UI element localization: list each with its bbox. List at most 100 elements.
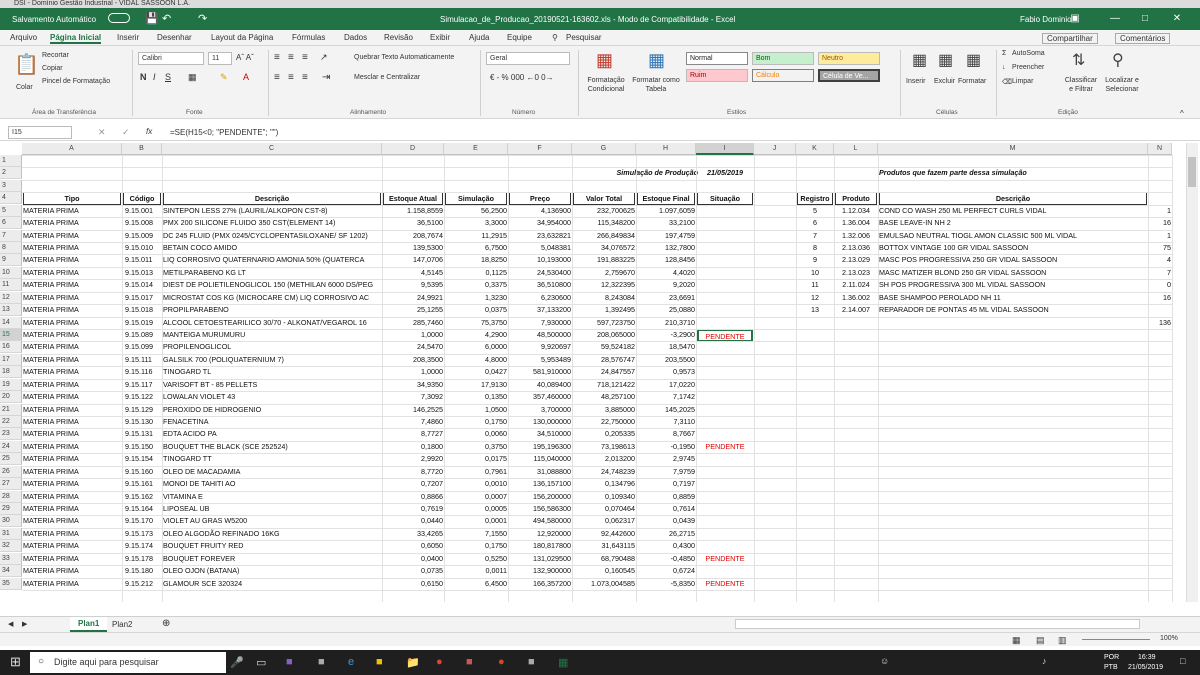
row-header[interactable]: 20 [0,391,22,404]
cell[interactable]: 9.15.170 [123,515,161,528]
powerpoint-icon[interactable]: ● [498,656,505,668]
autosum-icon[interactable]: Σ [1002,50,1006,57]
row-header[interactable]: 23 [0,428,22,441]
column-header[interactable]: L [834,143,878,155]
cell[interactable]: 0,7207 [383,478,443,491]
add-sheet-icon[interactable]: ⊕ [162,618,170,629]
cell[interactable]: 9.15.117 [123,379,161,392]
product-description-cell[interactable]: BOTTOX VINTAGE 100 GR VIDAL SASSOON [879,242,1147,255]
zoom-slider[interactable] [1082,639,1150,640]
cell[interactable]: BOUQUET THE BLACK (SCE 252524) [163,441,381,454]
cell[interactable]: VARISOFT BT - 85 PELLETS [163,379,381,392]
cell[interactable]: 10,193000 [509,254,571,267]
product-code-cell[interactable]: 1.36.002 [835,292,877,305]
cell[interactable]: 0,7619 [383,503,443,516]
product-register-cell[interactable]: 8 [797,242,833,255]
cell[interactable]: 9.15.129 [123,404,161,417]
product-qty-cell[interactable]: 1 [1149,205,1171,218]
row-header[interactable]: 12 [0,291,22,304]
cell[interactable]: 17,9130 [445,379,507,392]
cell[interactable]: MATERIA PRIMA [23,491,121,504]
cell[interactable]: 7,930000 [509,317,571,330]
product-qty-cell[interactable]: 7 [1149,267,1171,280]
cell[interactable]: FENACETINA [163,416,381,429]
product-qty-cell[interactable]: 1 [1149,230,1171,243]
cell[interactable]: 6,0000 [445,341,507,354]
product-qty-cell[interactable] [1149,304,1171,317]
cell[interactable]: OLEO ALGODÃO REFINADO 16KG [163,528,381,541]
orientation-icon[interactable]: ↗ [320,52,328,63]
cell[interactable]: 4,5145 [383,267,443,280]
cell[interactable]: 0,3375 [445,279,507,292]
cell[interactable]: 9.15.009 [123,230,161,243]
fill-color-icon[interactable]: ✎ [220,72,228,83]
cell[interactable]: 494,580000 [509,515,571,528]
search-icon[interactable]: ⚲ [552,33,558,42]
cell[interactable]: MATERIA PRIMA [23,565,121,578]
header-cell[interactable]: Descrição [163,192,381,205]
row-header[interactable]: 22 [0,416,22,429]
cell[interactable]: 0,0010 [445,478,507,491]
cell[interactable]: 4,2900 [445,329,507,342]
cell[interactable]: 28,576747 [573,354,635,367]
cell[interactable]: 1,3230 [445,292,507,305]
product-register-cell[interactable]: 12 [797,292,833,305]
cell[interactable]: MATERIA PRIMA [23,230,121,243]
cell[interactable]: 357,460000 [509,391,571,404]
cell[interactable]: 23,6691 [637,292,695,305]
chrome-icon[interactable]: ● [436,656,443,668]
cell[interactable]: 9.15.116 [123,366,161,379]
row-header[interactable]: 21 [0,403,22,416]
row-header[interactable]: 33 [0,552,22,565]
cell[interactable]: BOUQUET FOREVER [163,553,381,566]
cell[interactable]: 0,7197 [637,478,695,491]
products-title-cell[interactable]: Produtos que fazem parte dessa simulação [879,167,1139,180]
cell[interactable]: MATERIA PRIMA [23,267,121,280]
cell[interactable]: 139,5300 [383,242,443,255]
status-cell[interactable]: PENDENTE [697,441,753,454]
cell[interactable]: 0,1800 [383,441,443,454]
row-header[interactable]: 31 [0,527,22,540]
cell[interactable]: 68,790488 [573,553,635,566]
cell[interactable]: 9.15.111 [123,354,161,367]
cell[interactable]: 0,0175 [445,453,507,466]
cell[interactable]: BETAIN COCO AMIDO [163,242,381,255]
cell[interactable]: 9.15.212 [123,578,161,591]
cell[interactable]: MATERIA PRIMA [23,503,121,516]
status-cell[interactable] [697,317,753,330]
status-cell[interactable] [697,466,753,479]
status-cell[interactable] [697,205,753,218]
status-cell[interactable] [697,379,753,392]
status-cell[interactable]: PENDENTE [697,553,753,566]
mic-icon[interactable]: 🎤 [230,656,244,669]
page-break-icon[interactable]: ▥ [1058,635,1067,646]
cancel-icon[interactable]: ✕ [98,127,106,138]
cell[interactable]: 0,0375 [445,304,507,317]
zoom-level[interactable]: 100% [1160,635,1178,642]
cell[interactable]: 73,198613 [573,441,635,454]
font-name-select[interactable]: Calibri [138,52,204,65]
status-cell[interactable] [697,341,753,354]
product-code-cell[interactable]: 1.32.006 [835,230,877,243]
notifications-icon[interactable]: □ [1180,656,1185,666]
cell[interactable]: 5,953489 [509,354,571,367]
conditional-format-icon[interactable]: ▦ [596,50,613,71]
status-cell[interactable] [697,491,753,504]
cell[interactable]: 7,3110 [637,416,695,429]
cell[interactable]: 2,9745 [637,453,695,466]
status-cell[interactable] [697,540,753,553]
minimize-icon[interactable]: — [1100,11,1130,27]
cell[interactable]: 17,0220 [637,379,695,392]
cell[interactable]: 6,230600 [509,292,571,305]
row-header[interactable]: 27 [0,478,22,491]
cell[interactable]: 9.15.174 [123,540,161,553]
style-celula[interactable]: Célula de Ve... [818,69,880,82]
cell[interactable]: MATERIA PRIMA [23,578,121,591]
cell[interactable]: 56,2500 [445,205,507,218]
cell[interactable]: 22,750000 [573,416,635,429]
cell[interactable]: OLEO OJON (BATANA) [163,565,381,578]
cell[interactable]: 26,2715 [637,528,695,541]
cell[interactable]: 7,3092 [383,391,443,404]
save-icon[interactable]: 💾 [145,12,159,25]
wrap-text-button[interactable]: Quebrar Texto Automaticamente [354,54,454,61]
